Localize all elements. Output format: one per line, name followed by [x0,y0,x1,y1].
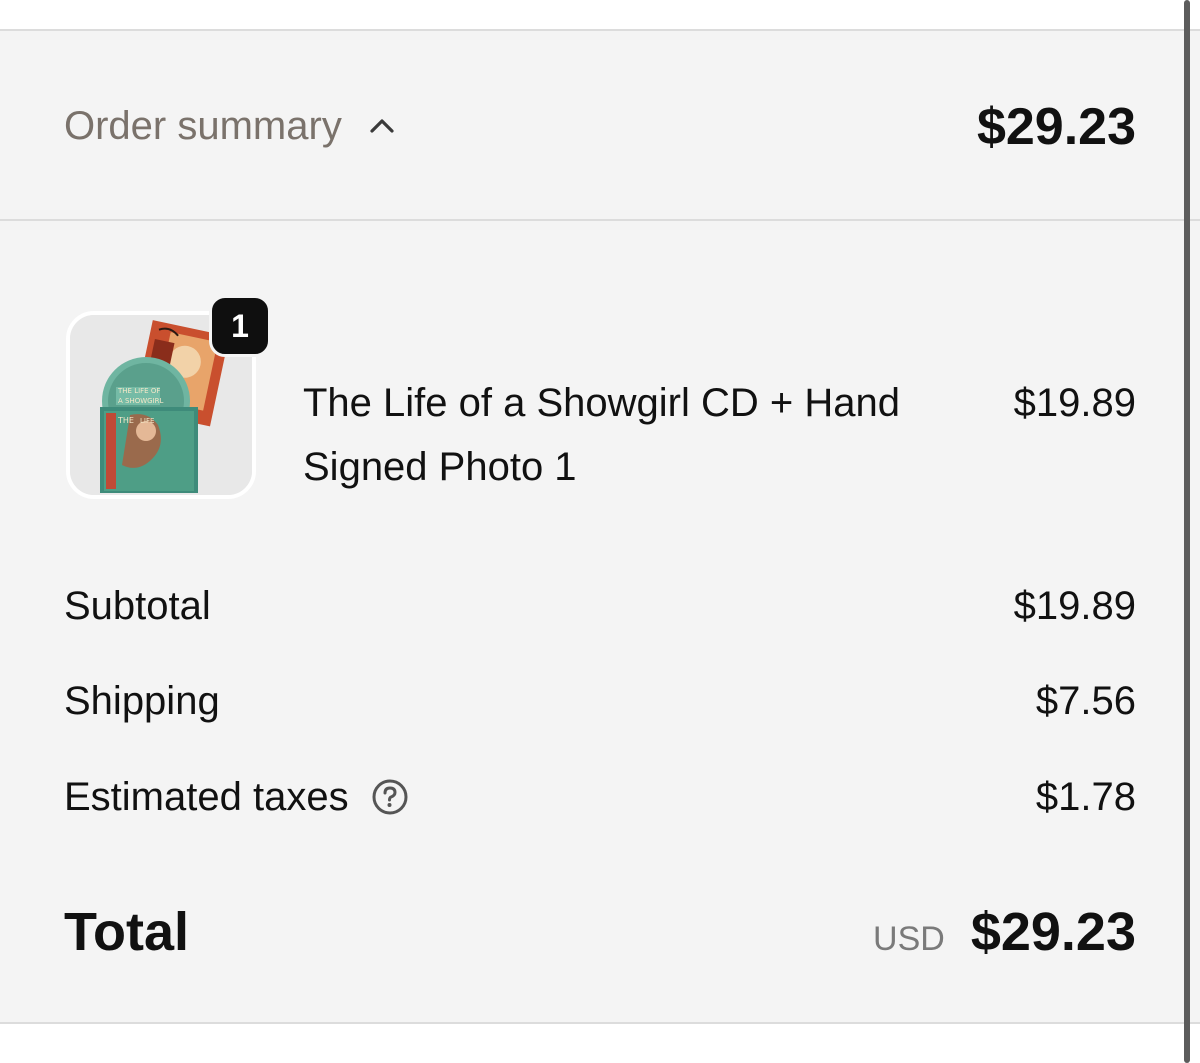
total-label: Total [64,902,189,962]
svg-text:THE LIFE OF: THE LIFE OF [117,387,160,395]
header-total-price: $29.23 [976,98,1136,156]
quantity-badge: 1 [209,295,271,357]
subtotal-label: Subtotal [64,583,211,628]
svg-text:LIFE: LIFE [140,417,154,425]
order-summary-panel: Order summary $29.23 THE LIFE OF A SHOWG… [0,29,1200,1024]
product-title: The Life of a Showgirl CD + Hand Signed … [303,381,900,489]
order-summary-header: Order summary $29.23 [0,31,1200,221]
line-item: THE LIFE OF A SHOWGIRL THE LIFE 1 The Li… [0,295,1200,511]
svg-text:THE: THE [117,416,134,425]
question-circle-icon[interactable] [371,778,409,816]
svg-text:A SHOWGIRL: A SHOWGIRL [118,397,164,405]
total-amount-group: USD $29.23 [873,901,1136,963]
subtotal-row: Subtotal $19.89 [64,576,1136,636]
shipping-value: $7.56 [1035,678,1136,723]
taxes-label: Estimated taxes [64,774,349,819]
order-summary-toggle[interactable]: Order summary [64,101,396,151]
shipping-label: Shipping [64,678,220,723]
currency-code: USD [873,920,945,958]
taxes-row: Estimated taxes $1.78 [64,767,1136,827]
total-row: Total USD $29.23 [64,901,1136,963]
chevron-up-icon [370,119,394,133]
shipping-row: Shipping $7.56 [64,671,1136,731]
order-summary-label: Order summary [64,103,342,148]
total-value: $29.23 [970,902,1136,962]
scrollbar[interactable] [1184,0,1190,1063]
taxes-value: $1.78 [1035,774,1136,819]
product-price: $19.89 [1013,381,1136,425]
subtotal-value: $19.89 [1013,583,1136,628]
taxes-label-group: Estimated taxes [64,775,409,820]
